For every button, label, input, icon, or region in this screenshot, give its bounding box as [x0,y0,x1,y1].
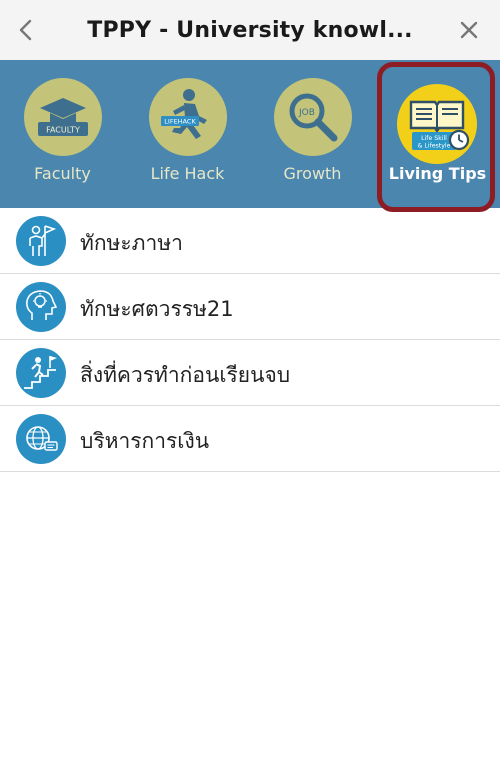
magnifier-job-icon: JOB [289,93,338,142]
category-life-hack[interactable]: LIFEHACK Life Hack [125,60,250,208]
back-button[interactable] [10,13,42,47]
close-icon [460,21,478,39]
person-climbing-stairs-icon [24,356,57,389]
list-item-icon-wrap [16,282,66,332]
graduation-cap-icon: FACULTY [38,98,88,136]
close-button[interactable] [452,13,486,47]
chevron-left-icon [19,19,32,41]
list-item-label: ทักษะภาษา [80,231,183,255]
growth-badge: JOB [274,78,352,156]
living-tips-badge: Life Skill & Lifestyle [397,84,477,164]
growth-badge-text: JOB [298,108,315,118]
living-tips-badge-line2: & Lifestyle [418,143,451,150]
person-flag-icon [29,225,57,256]
topic-list: ทักษะภาษา ทักษะศตวรรษ21 สิ่งที่ควรทำก่อน… [0,208,500,472]
list-item-icon-wrap [16,348,66,398]
category-bar: FACULTY Faculty LIFEHACK Life Hack JOB G… [0,60,500,208]
living-tips-badge-line1: Life Skill [421,135,447,142]
book-clock-icon: Life Skill & Lifestyle [409,100,470,151]
running-person-icon: LIFEHACK [161,89,207,139]
category-living-tips[interactable]: Life Skill & Lifestyle Living Tips [375,60,500,208]
page-title: TPPY - University knowl... [87,17,413,43]
category-label: Living Tips [388,164,487,183]
life-hack-badge: LIFEHACK [149,78,227,156]
list-item-label: ทักษะศตวรรษ21 [80,297,234,321]
list-item-label: สิ่งที่ควรทำก่อนเรียนจบ [80,363,291,387]
list-item[interactable]: ทักษะศตวรรษ21 [0,274,500,340]
category-label: Growth [283,164,342,183]
list-item[interactable]: ทักษะภาษา [0,208,500,274]
list-item-label: บริหารการเงิน [80,429,210,453]
list-item-icon-wrap [16,216,66,266]
category-label: Life Hack [150,164,225,183]
head-lightbulb-icon [26,290,58,320]
list-item-icon-wrap [16,414,66,464]
list-item[interactable]: บริหารการเงิน [0,406,500,472]
category-growth[interactable]: JOB Growth [250,60,375,208]
app-header: TPPY - University knowl... [0,0,500,60]
life-hack-badge-text: LIFEHACK [164,118,196,126]
globe-chat-icon [26,426,58,451]
list-item[interactable]: สิ่งที่ควรทำก่อนเรียนจบ [0,340,500,406]
category-faculty[interactable]: FACULTY Faculty [0,60,125,208]
category-label: Faculty [34,164,91,183]
faculty-badge-text: FACULTY [46,126,80,135]
faculty-badge: FACULTY [24,78,102,156]
